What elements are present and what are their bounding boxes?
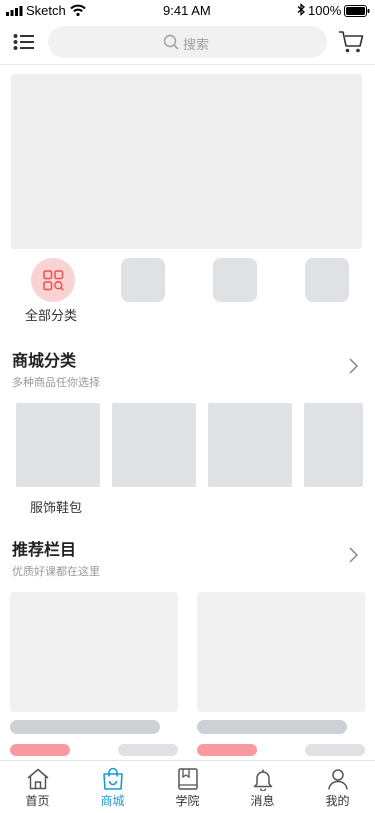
product-category-tile[interactable] xyxy=(16,403,100,487)
recommend-section-header[interactable]: 推荐栏目 优质好课都在这里 xyxy=(12,536,100,579)
menu-button[interactable] xyxy=(13,33,35,51)
bell-icon xyxy=(253,769,273,791)
section-subtitle: 优质好课都在这里 xyxy=(12,566,100,578)
product-category-label: 服饰鞋包 xyxy=(30,500,83,515)
course-card-image[interactable] xyxy=(10,592,178,712)
home-icon xyxy=(27,768,49,790)
all-categories-button[interactable] xyxy=(31,258,75,302)
banner-image[interactable] xyxy=(11,74,362,249)
chevron-right-icon[interactable] xyxy=(348,546,360,564)
tab-label: 学院 xyxy=(175,794,200,808)
section-subtitle: 多种商品任你选择 xyxy=(12,377,100,389)
chevron-right-icon[interactable] xyxy=(348,357,360,375)
course-meta-placeholder xyxy=(118,744,178,756)
signal-icon xyxy=(6,6,23,16)
book-icon xyxy=(178,768,198,790)
tab-label: 我的 xyxy=(325,794,350,808)
header-divider xyxy=(0,64,375,65)
status-bar: Sketch 9:41 AM 100% xyxy=(0,0,375,22)
user-icon xyxy=(328,769,348,790)
search-input[interactable]: 搜索 xyxy=(48,26,327,58)
status-time: 9:41 AM xyxy=(163,3,211,18)
bottom-tab-bar: 首页 商城 学院 消息 我的 xyxy=(0,760,375,813)
category-placeholder[interactable] xyxy=(213,258,257,302)
tab-label: 商城 xyxy=(100,794,125,808)
bluetooth-icon xyxy=(297,3,305,16)
battery-icon xyxy=(344,5,370,17)
shopping-bag-icon xyxy=(103,767,123,790)
product-category-tile[interactable] xyxy=(208,403,292,487)
cart-icon xyxy=(339,31,364,53)
course-card-image[interactable] xyxy=(197,592,365,712)
category-placeholder[interactable] xyxy=(121,258,165,302)
course-price-placeholder xyxy=(10,744,70,756)
category-placeholder[interactable] xyxy=(305,258,349,302)
course-title-placeholder xyxy=(10,720,160,734)
all-categories-label: 全部分类 xyxy=(25,308,78,323)
tab-profile[interactable]: 我的 xyxy=(300,761,375,813)
product-category-tile[interactable] xyxy=(304,403,363,487)
carrier-name: Sketch xyxy=(26,3,66,18)
grid-search-icon xyxy=(43,270,64,291)
wifi-icon xyxy=(70,4,86,16)
list-icon xyxy=(13,34,34,50)
course-price-placeholder xyxy=(197,744,257,756)
section-title: 商城分类 xyxy=(12,353,77,370)
tab-messages[interactable]: 消息 xyxy=(225,761,300,813)
battery-percent: 100% xyxy=(308,3,342,18)
cart-button[interactable] xyxy=(338,29,364,55)
tab-home[interactable]: 首页 xyxy=(0,761,75,813)
tab-label: 消息 xyxy=(250,794,275,808)
tab-academy[interactable]: 学院 xyxy=(150,761,225,813)
course-meta-placeholder xyxy=(305,744,365,756)
course-title-placeholder xyxy=(197,720,347,734)
product-category-tile[interactable] xyxy=(112,403,196,487)
search-placeholder: 搜索 xyxy=(183,37,210,52)
mall-section-header[interactable]: 商城分类 多种商品任你选择 xyxy=(12,347,100,390)
search-icon xyxy=(163,34,179,50)
section-title: 推荐栏目 xyxy=(12,542,77,559)
tab-label: 首页 xyxy=(25,794,50,808)
tab-mall[interactable]: 商城 xyxy=(75,761,150,813)
